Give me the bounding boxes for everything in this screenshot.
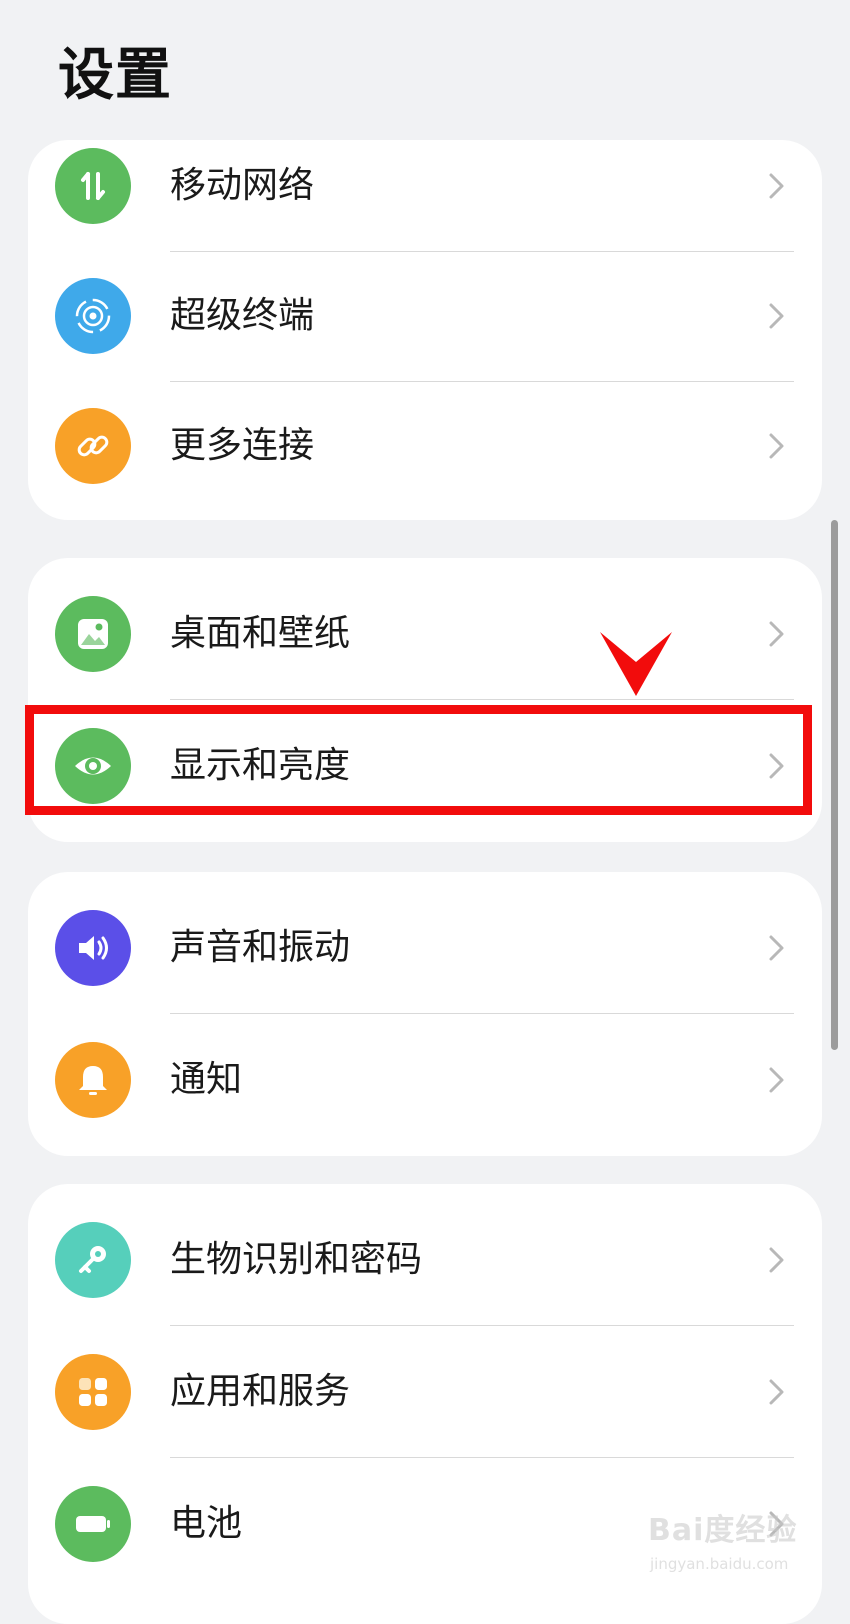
watermark-url: jingyan.baidu.com <box>650 1555 789 1573</box>
settings-item-sound-vibration[interactable]: 声音和振动 <box>28 882 822 1014</box>
settings-item-label: 更多连接 <box>170 425 315 466</box>
settings-item-label: 超级终端 <box>170 295 315 336</box>
wallpaper-icon <box>55 596 131 672</box>
settings-group-connectivity: 移动网络 超级终端 更多连接 <box>28 140 822 520</box>
settings-item-label: 应用和服务 <box>170 1371 351 1412</box>
settings-item-label: 移动网络 <box>170 165 315 206</box>
link-icon <box>55 408 131 484</box>
settings-item-more-connections[interactable]: 更多连接 <box>28 380 822 512</box>
mobile-data-icon <box>55 148 131 224</box>
settings-item-label: 生物识别和密码 <box>170 1239 423 1280</box>
settings-item-label: 声音和振动 <box>170 927 351 968</box>
chevron-right-icon <box>769 303 784 329</box>
highlight-box <box>25 705 812 815</box>
page-title: 设置 <box>58 43 172 108</box>
scrollbar[interactable] <box>831 520 838 1050</box>
bell-icon <box>55 1042 131 1118</box>
apps-grid-icon <box>55 1354 131 1430</box>
chevron-right-icon <box>769 621 784 647</box>
settings-item-home-wallpaper[interactable]: 桌面和壁纸 <box>28 568 822 700</box>
settings-group-sound-notifications: 声音和振动 通知 <box>28 872 822 1156</box>
settings-item-label: 通知 <box>170 1059 243 1100</box>
watermark: Bai度经验 jingyan.baidu.com <box>648 1505 838 1580</box>
battery-icon <box>55 1486 131 1562</box>
chevron-right-icon <box>769 173 784 199</box>
chevron-right-icon <box>769 1067 784 1093</box>
settings-item-mobile-network[interactable]: 移动网络 <box>28 120 822 252</box>
super-device-icon <box>55 278 131 354</box>
settings-item-label: 电池 <box>170 1503 243 1544</box>
key-icon <box>55 1222 131 1298</box>
watermark-brand: Bai度经验 <box>648 1513 798 1548</box>
chevron-right-icon <box>769 935 784 961</box>
settings-item-notifications[interactable]: 通知 <box>28 1014 822 1146</box>
settings-item-biometrics-password[interactable]: 生物识别和密码 <box>28 1194 822 1326</box>
chevron-right-icon <box>769 433 784 459</box>
down-arrow-marker-icon <box>600 632 672 696</box>
settings-item-label: 桌面和壁纸 <box>170 613 351 654</box>
chevron-right-icon <box>769 1247 784 1273</box>
settings-item-super-device[interactable]: 超级终端 <box>28 250 822 382</box>
settings-item-apps-services[interactable]: 应用和服务 <box>28 1326 822 1458</box>
speaker-icon <box>55 910 131 986</box>
chevron-right-icon <box>769 1379 784 1405</box>
